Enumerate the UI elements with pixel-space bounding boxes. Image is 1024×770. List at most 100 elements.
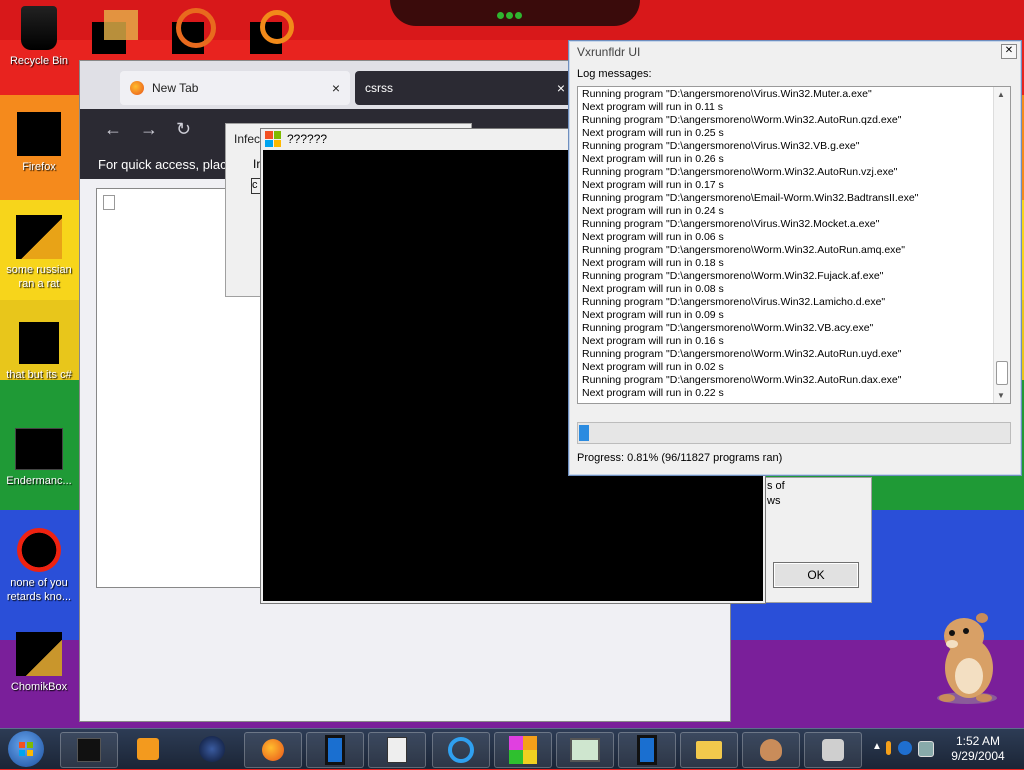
network-icon: [822, 739, 844, 761]
hamster-mascot-icon[interactable]: [922, 606, 1012, 706]
taskbar-item-2[interactable]: [120, 732, 176, 766]
log-line: Running program "D:\angersmoreno\Worm.Wi…: [582, 244, 905, 256]
log-scrollbar[interactable]: ▲ ▼: [993, 87, 1010, 403]
clock-date: 9/29/2004: [951, 749, 1005, 763]
log-line: Running program "D:\angersmoreno\Virus.W…: [582, 296, 886, 308]
log-line: Running program "D:\angersmoreno\Worm.Wi…: [582, 270, 884, 282]
network-tray-icon[interactable]: [918, 741, 934, 757]
log-line: Running program "D:\angersmoreno\Worm.Wi…: [582, 166, 898, 178]
log-line: Next program will run in 0.06 s: [582, 231, 724, 243]
log-line: Next program will run in 0.22 s: [582, 387, 724, 399]
log-line: Next program will run in 0.26 s: [582, 153, 724, 165]
message-text-1: s of: [767, 480, 785, 492]
tray-flag-icon[interactable]: [886, 741, 891, 755]
taskbar-item-13[interactable]: [804, 732, 862, 768]
tray-status-icon[interactable]: [898, 741, 912, 755]
scroll-up-icon[interactable]: ▲: [997, 90, 1005, 99]
firefox-icon: [130, 81, 144, 95]
log-text: Running program "D:\angersmoreno\Virus.W…: [582, 88, 992, 400]
taskbar-item-1[interactable]: [60, 732, 118, 768]
clock-time: 1:52 AM: [955, 734, 1001, 748]
ring-icon: [260, 10, 294, 44]
tab-new-tab[interactable]: New Tab ×: [120, 71, 350, 105]
quick-access-text: For quick access, place y: [98, 157, 244, 172]
log-line: Next program will run in 0.11 s: [582, 101, 724, 113]
log-line: Next program will run in 0.25 s: [582, 127, 724, 139]
media-player-icon: [137, 738, 159, 760]
desktop-icon-label: some russian ran a rat: [6, 264, 72, 290]
ie-icon: [448, 737, 474, 763]
taskbar-item-9[interactable]: [556, 732, 614, 768]
forward-icon[interactable]: →: [140, 119, 158, 140]
desktop-icon-that-but-its-csharp[interactable]: that but its c#: [0, 322, 78, 382]
taskbar-item-11[interactable]: [680, 732, 738, 768]
taskbar-item-8[interactable]: [494, 732, 552, 768]
desktop-icon-endermanch[interactable]: Endermanc...: [0, 428, 78, 488]
window-title: Vxrunfldr UI: [577, 45, 641, 59]
wallpaper-dots: [497, 8, 527, 19]
taskbar-item-6[interactable]: [368, 732, 426, 768]
taskbar-item-3[interactable]: [184, 732, 240, 766]
log-line: Running program "D:\angersmoreno\Worm.Wi…: [582, 322, 874, 334]
progress-text: Progress: 0.81% (96/11827 programs ran): [577, 452, 783, 464]
taskbar-item-7[interactable]: [432, 732, 490, 768]
scroll-down-icon[interactable]: ▼: [997, 391, 1005, 400]
folder-icon: [696, 741, 722, 759]
log-line: Running program "D:\angersmoreno\Worm.Wi…: [582, 374, 902, 386]
log-line: Running program "D:\angersmoreno\Virus.W…: [582, 140, 860, 152]
vxrunfldr-window[interactable]: Vxrunfldr UI ✕ Log messages: Running pro…: [568, 40, 1022, 476]
show-hidden-icons-icon[interactable]: ▲: [872, 741, 882, 752]
chomikbox-icon: [16, 632, 62, 676]
dialog-title: Infec: [234, 132, 261, 146]
firefox-icon: [262, 739, 284, 761]
taskbar: ▲ 1:52 AM 9/29/2004: [0, 728, 1024, 769]
close-button[interactable]: ✕: [1001, 44, 1017, 59]
tab-csrss[interactable]: csrss ×: [355, 71, 575, 105]
reload-icon[interactable]: ↻: [176, 119, 191, 140]
taskbar-item-12[interactable]: [742, 732, 800, 768]
taskbar-item-10[interactable]: [618, 732, 676, 768]
start-button[interactable]: [8, 731, 44, 767]
black-box-icon: [77, 738, 101, 762]
back-icon[interactable]: ←: [104, 119, 122, 140]
desktop-icon-chomikbox[interactable]: ChomikBox: [0, 632, 78, 694]
log-line: Next program will run in 0.09 s: [582, 309, 724, 321]
message-box[interactable]: s of ws OK: [760, 477, 872, 603]
desktop-icon-label: that but its c#: [6, 369, 72, 381]
log-line: Next program will run in 0.18 s: [582, 257, 724, 269]
document-icon: [387, 737, 407, 763]
ok-button[interactable]: OK: [773, 562, 859, 588]
desktop-icon-label: none of you retards kno...: [6, 577, 72, 603]
desktop-icon-none-of-you[interactable]: none of you retards kno...: [0, 528, 78, 604]
hamster-icon: [760, 739, 782, 761]
progress-fill: [579, 425, 589, 441]
progress-bar: [577, 422, 1011, 444]
close-icon[interactable]: ×: [332, 80, 340, 96]
log-label: Log messages:: [577, 68, 652, 80]
log-line: Next program will run in 0.24 s: [582, 205, 724, 217]
close-icon[interactable]: ×: [557, 80, 565, 96]
desktop-icon-label: ChomikBox: [10, 681, 68, 693]
desktop-icon-firefox[interactable]: Firefox: [0, 112, 78, 174]
log-line: Next program will run in 0.17 s: [582, 179, 724, 191]
browser-ring-icon: [176, 8, 216, 48]
log-line: Next program will run in 0.02 s: [582, 361, 724, 373]
desktop-icon-label: Firefox: [22, 161, 56, 173]
log-line: Running program "D:\angersmoreno\Worm.Wi…: [582, 114, 902, 126]
colored-squares-icon: [509, 736, 537, 764]
taskbar-item-4[interactable]: [244, 732, 302, 768]
desktop-icon-recycle-bin[interactable]: Recycle Bin: [0, 6, 78, 68]
windows-flag-icon: [265, 131, 281, 147]
console-title: ??????: [287, 132, 328, 146]
log-line: Running program "D:\angersmoreno\Worm.Wi…: [582, 348, 902, 360]
log-listbox[interactable]: Running program "D:\angersmoreno\Virus.W…: [577, 86, 1011, 404]
scrollbar-thumb[interactable]: [996, 361, 1008, 385]
desktop-icon-label: Recycle Bin: [9, 55, 69, 67]
window-icon: [15, 428, 63, 470]
firefox-icon: [17, 112, 61, 156]
tab-label: csrss: [365, 81, 393, 95]
system-tray: ▲ 1:52 AM 9/29/2004: [872, 729, 1022, 769]
desktop-icon-some-russian[interactable]: some russian ran a rat: [0, 215, 78, 291]
taskbar-item-5[interactable]: [306, 732, 364, 768]
clock[interactable]: 1:52 AM 9/29/2004: [942, 734, 1014, 764]
